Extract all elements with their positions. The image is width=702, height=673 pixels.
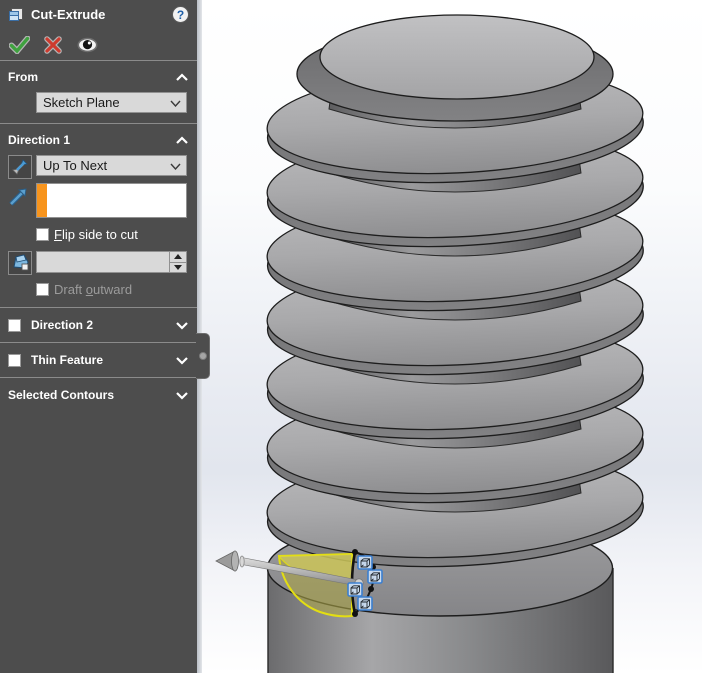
start-condition-dropdown[interactable]: Sketch Plane [36,92,187,113]
model-thread-stack[interactable] [264,14,647,575]
relation-badge-icon [347,582,363,597]
cut-extrude-icon [9,7,23,21]
section-selected-contours-label: Selected Contours [8,388,115,402]
help-icon[interactable]: ? [172,6,189,23]
section-selected-contours-header[interactable]: Selected Contours [0,378,197,412]
property-manager-header: Cut-Extrude ? [0,0,197,29]
ok-button[interactable] [8,34,30,56]
graphics-viewport[interactable] [202,0,702,673]
end-condition-value: Up To Next [43,158,108,173]
end-condition-dropdown[interactable]: Up To Next [36,155,187,176]
section-thin-feature-header[interactable]: Thin Feature [0,343,197,377]
stepper-down-button[interactable] [170,263,186,273]
flip-side-to-cut-checkbox[interactable] [36,228,49,241]
draft-button[interactable] [8,251,32,275]
reverse-direction-icon [12,159,28,175]
section-from-label: From [8,70,38,84]
relation-badge-icon [357,555,373,570]
flip-side-to-cut-label: Flip side to cut [54,227,138,242]
chevron-down-icon [170,163,181,170]
cancel-button[interactable] [42,34,64,56]
triangle-up-icon [174,254,182,260]
model-top-face[interactable] [296,14,614,122]
solidworks-window: Cut-Extrude ? From Sketch Plane Directio… [0,0,702,673]
thin-feature-checkbox[interactable] [8,353,21,367]
chevron-down-icon [176,321,188,330]
panel-splitter[interactable] [196,333,210,379]
splitter-handle-icon [199,352,207,360]
preview-button[interactable] [76,34,98,56]
chevron-down-icon [170,100,181,107]
relation-badge-icon [357,596,373,611]
3d-model-canvas[interactable] [202,0,702,673]
property-manager-toolbar [0,29,197,60]
page-title: Cut-Extrude [31,7,106,22]
direction2-checkbox[interactable] [8,318,21,332]
draft-angle-stepper[interactable] [36,251,187,273]
section-direction1: Direction 1 Up To Next Flip side to cut … [0,124,197,307]
direction-reference-selection-box[interactable] [36,183,187,218]
checkmark-icon [8,35,30,54]
draft-icon [12,254,29,271]
property-manager-panel: Cut-Extrude ? From Sketch Plane Directio… [0,0,197,673]
eye-icon [77,37,97,52]
relation-badge-icon [367,569,383,584]
section-direction1-label: Direction 1 [8,133,71,147]
section-direction1-header[interactable]: Direction 1 [8,131,189,149]
chevron-down-icon [176,391,188,400]
direction-reference-icon [9,188,27,206]
active-selection-indicator [37,184,48,217]
draft-outward-label: Draft outward [54,282,133,297]
stepper-buttons [169,252,186,272]
chevron-down-icon [176,356,188,365]
section-from-header[interactable]: From [8,68,189,86]
section-direction2-label: Direction 2 [31,318,94,332]
start-condition-value: Sketch Plane [43,95,120,110]
x-icon [44,35,62,54]
reverse-direction-button[interactable] [8,155,32,179]
section-thin-feature-label: Thin Feature [31,353,104,367]
chevron-up-icon [176,135,188,144]
section-from: From Sketch Plane [0,61,197,123]
draft-outward-checkbox[interactable] [36,283,49,296]
section-direction2-header[interactable]: Direction 2 [0,308,197,342]
triangle-down-icon [174,264,182,270]
stepper-up-button[interactable] [170,252,186,263]
chevron-up-icon [176,72,188,81]
